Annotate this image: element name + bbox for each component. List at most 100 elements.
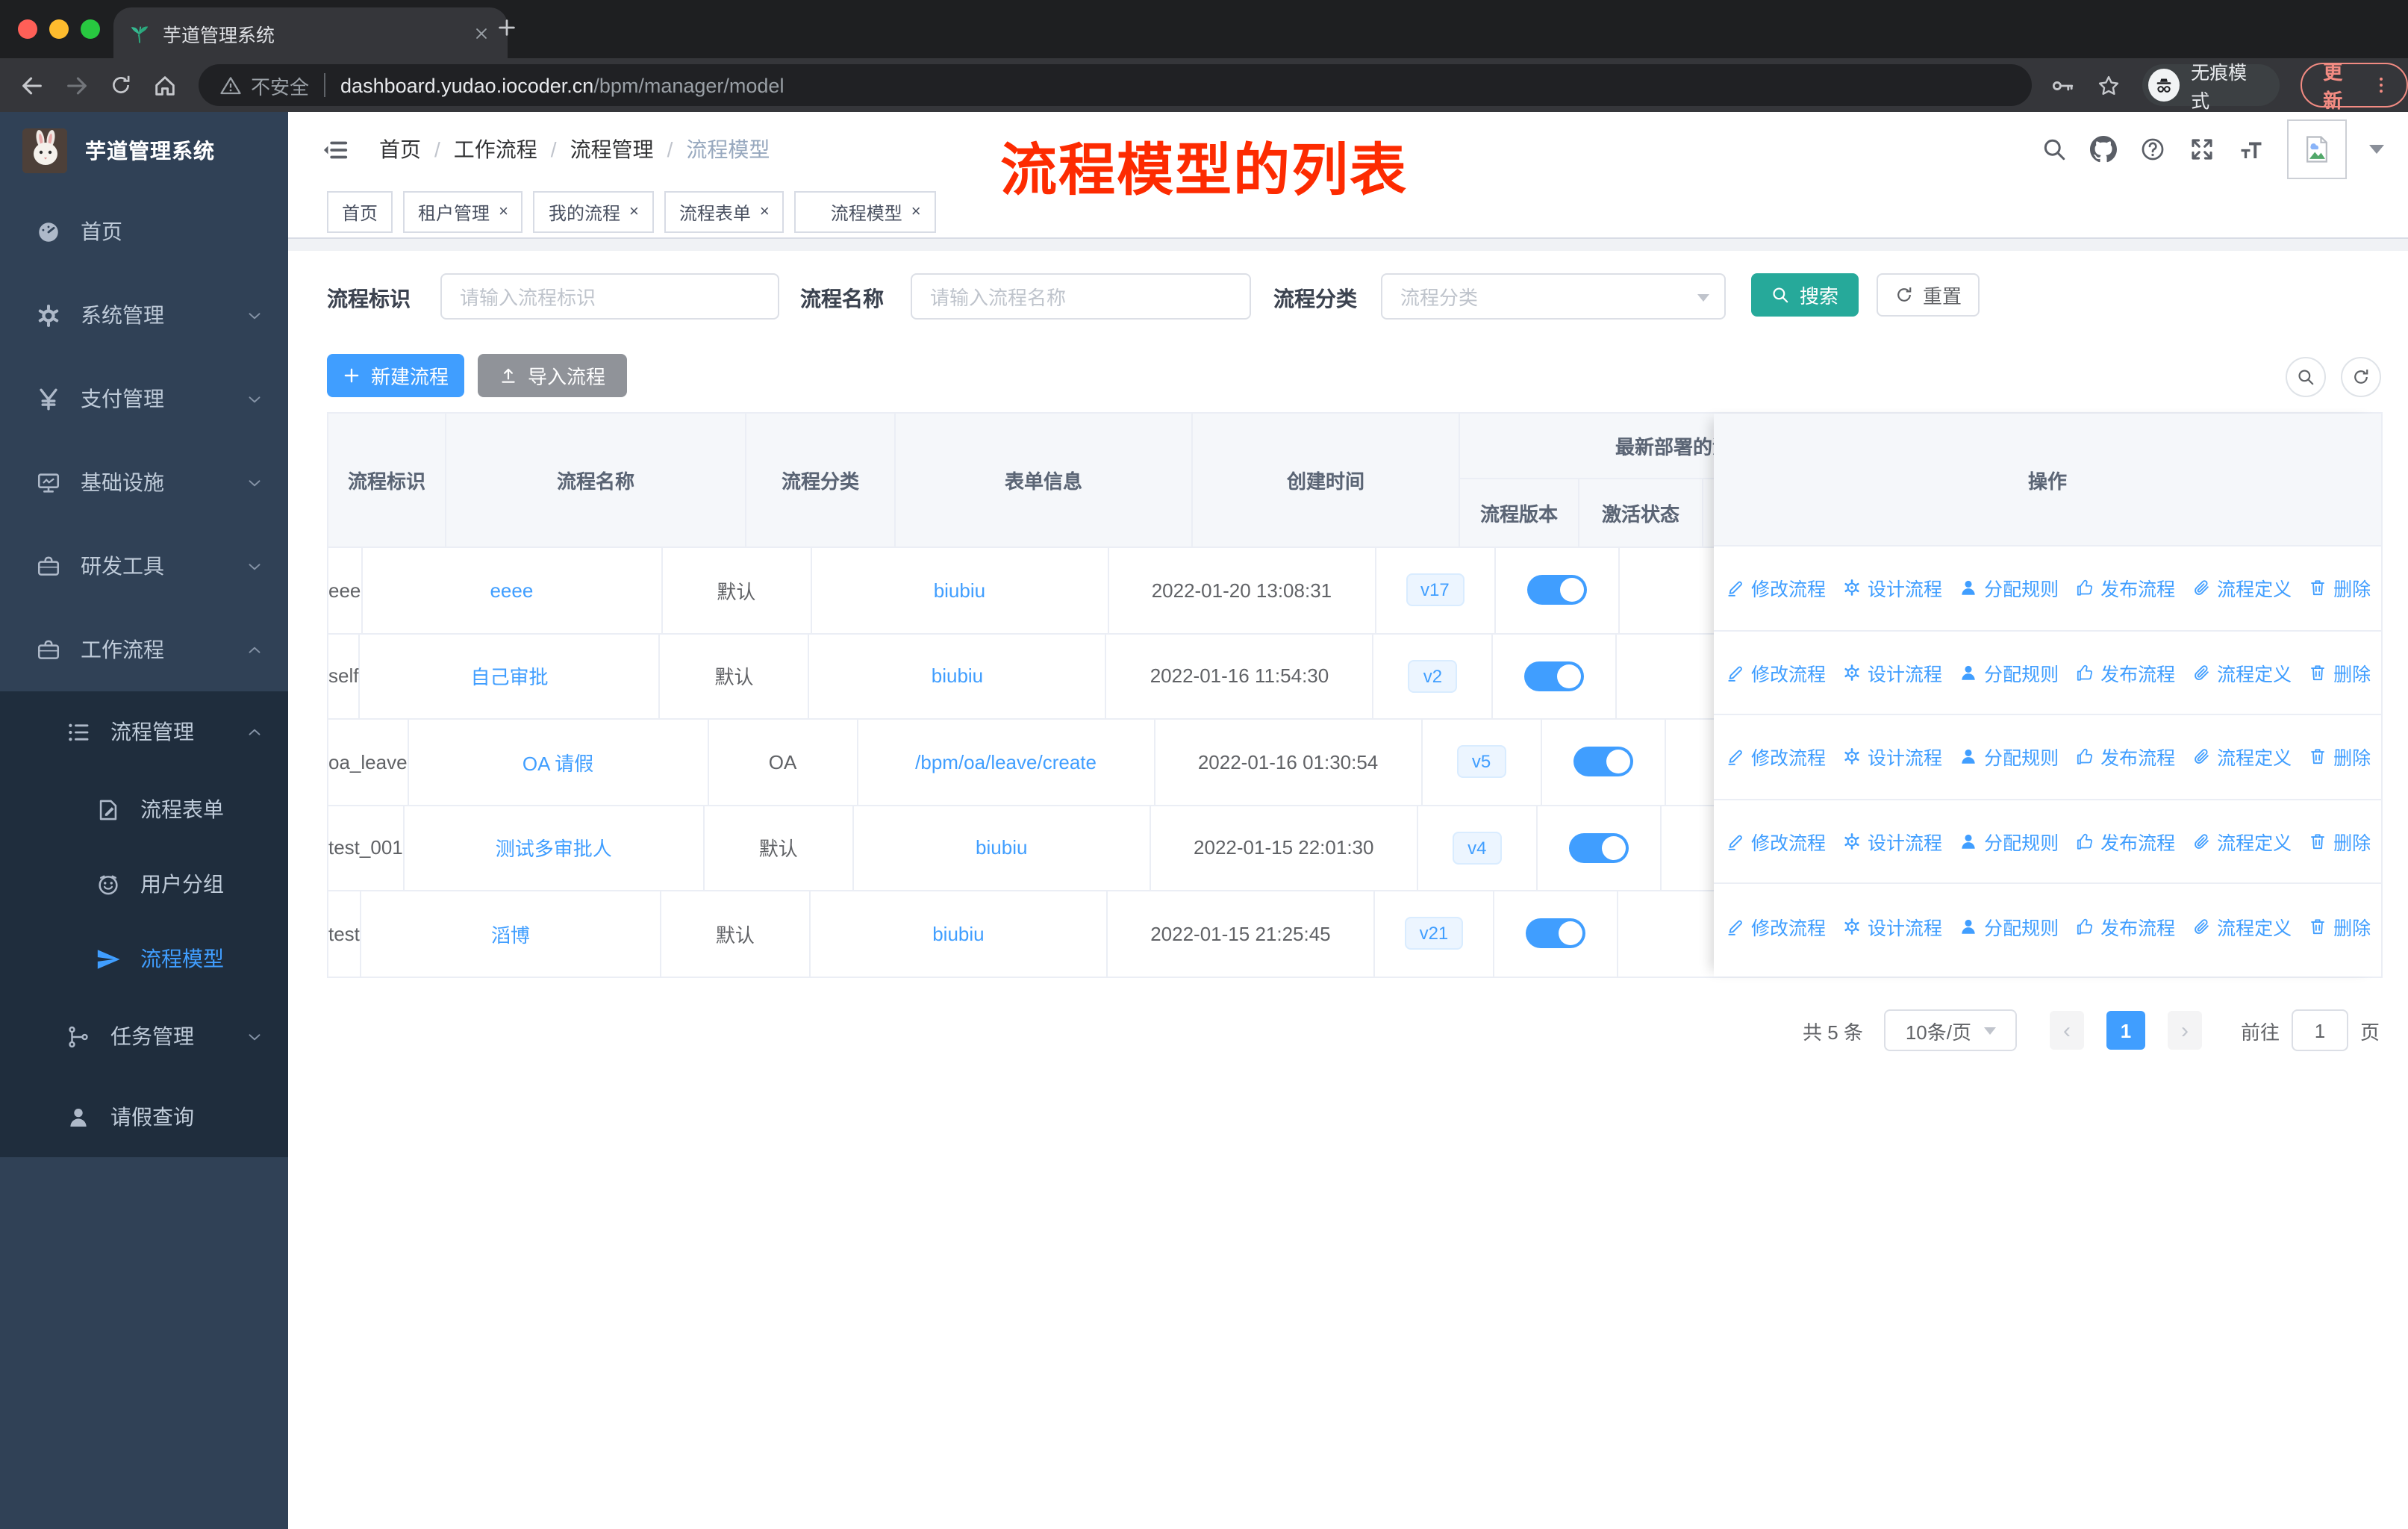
bookmark-star-icon[interactable] xyxy=(2095,72,2121,98)
new-tab-button[interactable] xyxy=(496,16,518,39)
filter-name-input[interactable]: 请输入流程名称 xyxy=(911,273,1251,320)
sidebar-item[interactable]: 系统管理 xyxy=(0,273,288,357)
window-close-button[interactable] xyxy=(18,19,37,39)
create-flow-button[interactable]: 新建流程 xyxy=(327,354,464,397)
form-info-link[interactable]: biubiu xyxy=(932,923,984,945)
search-button[interactable]: 搜索 xyxy=(1751,273,1859,317)
action-link[interactable]: 删除 xyxy=(2308,743,2371,771)
refresh-table-button[interactable] xyxy=(2341,357,2381,397)
action-link[interactable]: 删除 xyxy=(2308,574,2371,602)
window-minimize-button[interactable] xyxy=(49,19,69,39)
action-link[interactable]: 删除 xyxy=(2308,827,2371,856)
import-flow-button[interactable]: 导入流程 xyxy=(478,354,627,397)
active-toggle[interactable] xyxy=(1573,747,1633,777)
flow-name-link[interactable]: 滔博 xyxy=(491,920,530,948)
tag-close-icon[interactable]: × xyxy=(629,203,639,220)
sidebar-item[interactable]: 任务管理 xyxy=(0,996,288,1077)
reload-icon[interactable] xyxy=(109,73,133,97)
action-link[interactable]: 修改流程 xyxy=(1726,827,1826,856)
action-link[interactable]: 分配规则 xyxy=(1959,658,2059,687)
tag[interactable]: 流程模型 × xyxy=(794,191,936,233)
form-info-link[interactable]: biubiu xyxy=(976,837,1027,859)
action-link[interactable]: 删除 xyxy=(2308,912,2371,941)
version-badge[interactable]: v2 xyxy=(1408,659,1458,693)
font-size-icon[interactable] xyxy=(2238,136,2265,163)
flow-name-link[interactable]: OA 请假 xyxy=(523,748,593,776)
key-icon[interactable] xyxy=(2049,72,2074,98)
page-number-button[interactable]: 1 xyxy=(2106,1011,2145,1050)
avatar[interactable] xyxy=(2287,119,2347,179)
app-logo[interactable]: 芋道管理系统 xyxy=(0,112,288,190)
action-link[interactable]: 流程定义 xyxy=(2192,827,2292,856)
tag-close-icon[interactable]: × xyxy=(911,203,921,220)
active-toggle[interactable] xyxy=(1526,575,1587,605)
action-link[interactable]: 设计流程 xyxy=(1842,827,1942,856)
version-badge[interactable]: v4 xyxy=(1453,831,1502,865)
tag-close-icon[interactable]: × xyxy=(760,203,770,220)
action-link[interactable]: 修改流程 xyxy=(1726,912,1826,941)
action-link[interactable]: 分配规则 xyxy=(1959,912,2059,941)
active-toggle[interactable] xyxy=(1524,661,1585,691)
form-info-link[interactable]: biubiu xyxy=(934,579,985,602)
show-search-button[interactable] xyxy=(2286,357,2326,397)
action-link[interactable]: 设计流程 xyxy=(1842,658,1942,687)
action-link[interactable]: 设计流程 xyxy=(1842,574,1942,602)
search-icon[interactable] xyxy=(2041,136,2068,163)
action-link[interactable]: 发布流程 xyxy=(2075,658,2175,687)
help-icon[interactable] xyxy=(2139,136,2166,163)
breadcrumb-item[interactable]: 工作流程 xyxy=(454,134,537,164)
sidebar-item[interactable]: 首页 xyxy=(0,190,288,273)
kebab-menu-icon[interactable] xyxy=(2371,73,2392,97)
hamburger-fold-icon[interactable] xyxy=(321,135,349,164)
action-link[interactable]: 发布流程 xyxy=(2075,827,2175,856)
page-size-select[interactable]: 10条/页 xyxy=(1883,1009,2017,1051)
tab-close-icon[interactable] xyxy=(469,21,493,45)
active-toggle[interactable] xyxy=(1525,918,1585,949)
fullscreen-icon[interactable] xyxy=(2189,136,2215,163)
github-icon[interactable] xyxy=(2090,136,2117,163)
action-link[interactable]: 发布流程 xyxy=(2075,912,2175,941)
sidebar-item[interactable]: 工作流程 xyxy=(0,608,288,691)
version-badge[interactable]: v17 xyxy=(1406,573,1465,607)
filter-id-input[interactable]: 请输入流程标识 xyxy=(440,273,779,320)
form-info-link[interactable]: /bpm/oa/leave/create xyxy=(915,751,1097,773)
action-link[interactable]: 流程定义 xyxy=(2192,574,2292,602)
version-badge[interactable]: v5 xyxy=(1456,745,1506,779)
breadcrumb-item[interactable]: 首页 xyxy=(379,134,421,164)
sidebar-item[interactable]: 请假查询 xyxy=(0,1077,288,1157)
breadcrumb-item[interactable]: 流程管理 xyxy=(570,134,654,164)
address-bar[interactable]: 不安全 dashboard.yudao.iocoder.cn/bpm/manag… xyxy=(199,64,2032,106)
security-warning-icon[interactable] xyxy=(219,74,242,96)
sidebar-item[interactable]: 流程表单 xyxy=(0,772,288,847)
next-page-button[interactable]: › xyxy=(2167,1011,2202,1050)
tag-close-icon[interactable]: × xyxy=(499,203,508,220)
action-link[interactable]: 分配规则 xyxy=(1959,827,2059,856)
flow-name-link[interactable]: eeee xyxy=(490,579,533,602)
action-link[interactable]: 删除 xyxy=(2308,658,2371,687)
tag[interactable]: 租户管理 × xyxy=(403,191,523,233)
filter-category-select[interactable]: 流程分类 xyxy=(1381,273,1726,320)
action-link[interactable]: 发布流程 xyxy=(2075,743,2175,771)
update-button[interactable]: 更新 xyxy=(2301,61,2408,112)
prev-page-button[interactable]: ‹ xyxy=(2049,1011,2084,1050)
action-link[interactable]: 分配规则 xyxy=(1959,574,2059,602)
action-link[interactable]: 修改流程 xyxy=(1726,743,1826,771)
tag[interactable]: 流程表单 × xyxy=(664,191,785,233)
avatar-caret-icon[interactable] xyxy=(2369,145,2384,154)
form-info-link[interactable]: biubiu xyxy=(932,665,983,688)
sidebar-item[interactable]: 支付管理 xyxy=(0,357,288,440)
window-zoom-button[interactable] xyxy=(81,19,100,39)
back-icon[interactable] xyxy=(19,72,45,98)
home-icon[interactable] xyxy=(152,72,178,98)
breadcrumb-item[interactable]: 流程模型 xyxy=(686,134,770,164)
tag[interactable]: 首页 xyxy=(327,191,393,233)
browser-tab[interactable]: 芋道管理系统 xyxy=(113,7,508,58)
sidebar-item[interactable]: 流程管理 xyxy=(0,691,288,772)
sidebar-item[interactable]: 基础设施 xyxy=(0,440,288,524)
forward-icon[interactable] xyxy=(64,72,90,98)
flow-name-link[interactable]: 自己审批 xyxy=(470,662,548,691)
action-link[interactable]: 修改流程 xyxy=(1726,574,1826,602)
active-toggle[interactable] xyxy=(1568,832,1629,863)
action-link[interactable]: 流程定义 xyxy=(2192,912,2292,941)
action-link[interactable]: 发布流程 xyxy=(2075,574,2175,602)
